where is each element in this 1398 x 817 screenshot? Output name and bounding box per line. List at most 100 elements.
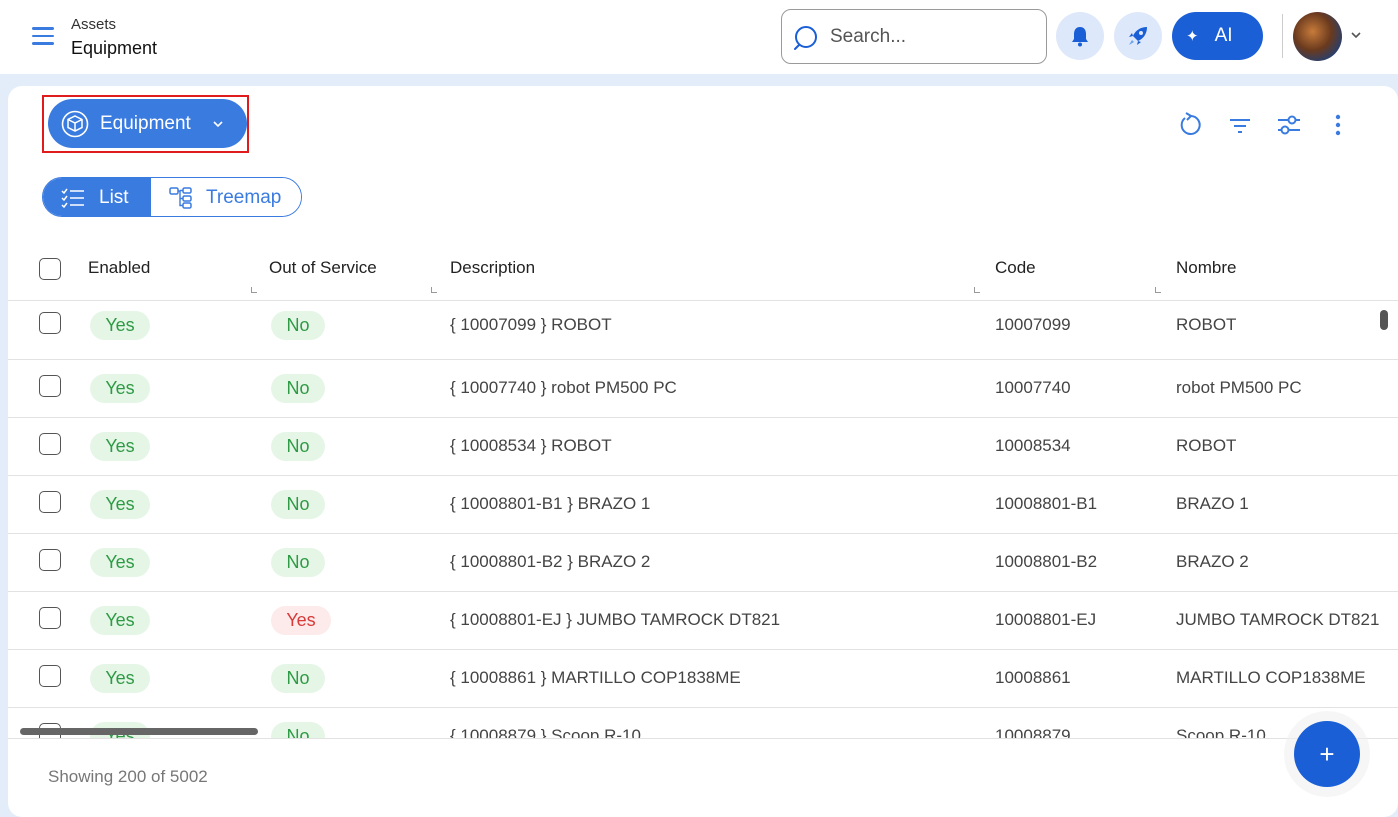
code-cell: 10008861 [995,668,1071,687]
description-cell: { 10008801-B1 } BRAZO 1 [450,494,651,513]
column-header-nombre[interactable]: Nombre [1176,258,1236,278]
table-row[interactable]: Yes No { 10007740 } robot PM500 PC 10007… [8,360,1398,418]
out-of-service-badge: No [271,311,325,340]
rocket-icon [1129,27,1147,45]
column-header-enabled[interactable]: Enabled [88,258,150,278]
nombre-cell: ROBOT [1176,315,1237,334]
out-of-service-badge: No [271,548,325,577]
table-row[interactable]: Yes No { 10008801-B1 } BRAZO 1 10008801-… [8,476,1398,534]
enabled-badge: Yes [90,432,150,461]
search-icon [794,26,817,50]
horizontal-scrollbar[interactable] [20,728,258,735]
more-vertical-icon[interactable] [1325,112,1351,138]
treemap-icon [169,187,192,209]
sparkle-icon: ✦ [1186,28,1199,45]
list-icon [61,188,84,209]
description-cell: { 10008801-EJ } JUMBO TAMROCK DT821 [450,610,781,629]
table-row[interactable]: Yes No { 10008534 } ROBOT 10008534 ROBOT [8,418,1398,476]
nombre-cell: BRAZO 1 [1176,494,1249,513]
refresh-icon[interactable] [1178,112,1204,138]
tab-list-label: List [99,187,129,208]
row-checkbox[interactable] [39,312,61,334]
chevron-down-icon[interactable] [1349,28,1363,42]
notifications-button[interactable] [1056,12,1104,60]
code-cell: 10008801-B1 [995,494,1098,513]
equipment-selector-button[interactable]: Equipment [48,99,247,148]
ai-button[interactable]: ✦ AI [1172,12,1263,60]
nombre-cell: ROBOT [1176,436,1237,455]
bell-icon [1072,27,1088,47]
ai-button-label: AI [1214,25,1233,46]
row-checkbox[interactable] [39,549,61,571]
enabled-badge: Yes [90,490,150,519]
description-cell: { 10008534 } ROBOT [450,436,612,455]
out-of-service-badge: No [271,490,325,519]
column-resize-handle[interactable] [974,287,980,293]
code-cell: 10008534 [995,436,1071,455]
nombre-cell: BRAZO 2 [1176,552,1249,571]
chevron-down-icon [213,121,223,128]
out-of-service-badge: No [271,432,325,461]
table-header: Enabled Out of Service Description Code … [8,246,1398,301]
out-of-service-badge: No [271,374,325,403]
box-icon [61,110,89,138]
equipment-selector-label: Equipment [100,113,191,134]
sliders-icon[interactable] [1276,112,1302,138]
out-of-service-badge: No [271,664,325,693]
breadcrumb-parent[interactable]: Assets [71,16,116,33]
row-checkbox[interactable] [39,665,61,687]
top-bar: Assets Equipment ✦ AI [0,0,1398,74]
enabled-badge: Yes [90,664,150,693]
launch-button[interactable] [1114,12,1162,60]
code-cell: 10007740 [995,378,1071,397]
out-of-service-badge: Yes [271,606,331,635]
table-row[interactable]: Yes No { 10008861 } MARTILLO COP1838ME 1… [8,650,1398,708]
avatar[interactable] [1293,12,1342,61]
enabled-badge: Yes [90,606,150,635]
table-row[interactable]: Yes No { 10008801-B2 } BRAZO 2 10008801-… [8,534,1398,592]
row-checkbox[interactable] [39,433,61,455]
record-count: Showing 200 of 5002 [48,767,208,786]
row-checkbox[interactable] [39,607,61,629]
search-box[interactable] [781,9,1047,64]
description-cell: { 10008861 } MARTILLO COP1838ME [450,668,741,687]
hamburger-icon[interactable] [32,27,54,45]
row-checkbox[interactable] [39,491,61,513]
column-header-code[interactable]: Code [995,258,1036,278]
column-resize-handle[interactable] [1155,287,1161,293]
vertical-scrollbar[interactable] [1380,310,1388,330]
plus-icon: + [1319,738,1335,769]
column-header-description[interactable]: Description [450,258,535,278]
page-title: Equipment [71,38,158,58]
column-resize-handle[interactable] [431,287,437,293]
enabled-badge: Yes [90,548,150,577]
code-cell: 10008801-B2 [995,552,1098,571]
tab-treemap[interactable]: Treemap [151,178,301,216]
view-toggle: List Treemap [42,177,302,217]
column-header-out-of-service[interactable]: Out of Service [269,258,377,278]
divider [1282,14,1283,58]
nombre-cell: MARTILLO COP1838ME [1176,668,1366,687]
tab-treemap-label: Treemap [206,187,282,208]
content-card: Equipment List Treemap Enabled Out of Se… [8,86,1398,817]
add-button[interactable]: + [1294,721,1360,787]
description-cell: { 10007740 } robot PM500 PC [450,378,677,397]
tab-list[interactable]: List [43,178,151,216]
nombre-cell: robot PM500 PC [1176,378,1302,397]
column-resize-handle[interactable] [251,287,257,293]
table-row[interactable]: Yes Yes { 10008801-EJ } JUMBO TAMROCK DT… [8,592,1398,650]
filter-icon[interactable] [1227,112,1253,138]
table-row[interactable]: Yes No { 10007099 } ROBOT 10007099 ROBOT [8,302,1398,360]
description-cell: { 10008801-B2 } BRAZO 2 [450,552,651,571]
description-cell: { 10007099 } ROBOT [450,315,612,334]
enabled-badge: Yes [90,374,150,403]
divider [8,738,1398,739]
out-of-service-badge: No [271,722,325,739]
code-cell: 10008801-EJ [995,610,1097,629]
search-input[interactable] [830,22,1030,52]
select-all-checkbox[interactable] [39,258,61,280]
enabled-badge: Yes [90,311,150,340]
nombre-cell: JUMBO TAMROCK DT821 [1176,610,1380,629]
row-checkbox[interactable] [39,375,61,397]
code-cell: 10007099 [995,315,1071,334]
